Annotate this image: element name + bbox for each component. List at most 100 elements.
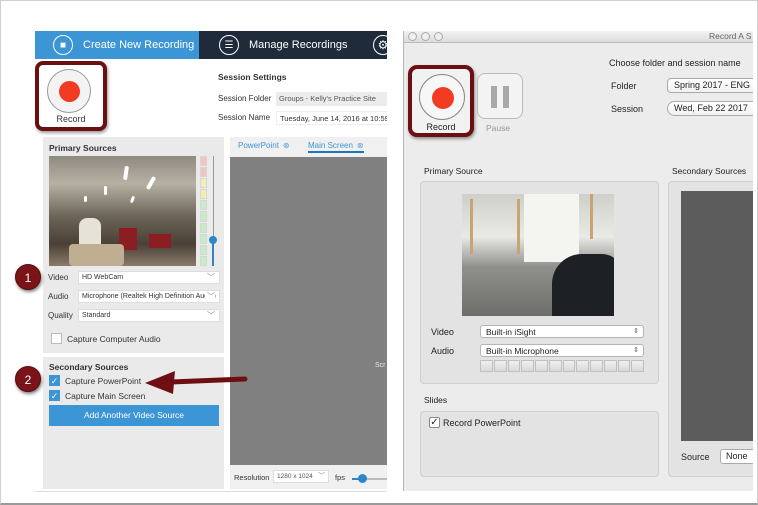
level-segment — [200, 200, 207, 211]
session-settings-title: Session Settings — [218, 72, 287, 82]
mac-audio-level-meter — [480, 360, 644, 372]
resolution-label: Resolution — [234, 473, 270, 482]
divider — [35, 491, 387, 492]
callout-badge-1: 1 — [15, 264, 41, 290]
record-circle — [419, 74, 465, 120]
window-title-bar: Record A S — [404, 31, 753, 43]
capture-powerpoint-label: Capture PowerPoint — [65, 376, 142, 386]
level-segment — [617, 360, 631, 372]
folder-label: Folder — [611, 81, 637, 91]
video-select[interactable]: HD WebCam ﹀ — [78, 271, 220, 284]
level-segment — [200, 178, 207, 189]
level-segment — [200, 255, 207, 266]
windows-recorder-app: ■ Create New Recording ☰ Manage Recordin… — [35, 31, 387, 494]
mac-video-select[interactable]: Built-in iSight ⇕ — [480, 325, 644, 338]
callout-arrow-left-app — [145, 371, 248, 394]
record-powerpoint-label: Record PowerPoint — [443, 418, 521, 428]
tab-powerpoint[interactable]: PowerPoint ⊗ — [238, 137, 290, 153]
tab-create-new-recording[interactable]: ■ Create New Recording — [35, 31, 199, 59]
close-tab-icon[interactable]: ⊗ — [283, 141, 290, 150]
level-segment — [200, 211, 207, 222]
session-label: Session — [611, 104, 644, 114]
pause-label: Pause — [486, 123, 511, 133]
window-title: Record A S — [709, 31, 752, 41]
mac-audio-value: Built-in Microphone — [486, 346, 559, 356]
level-segment — [562, 360, 576, 372]
level-segment — [200, 189, 207, 200]
record-powerpoint-checkbox[interactable]: ✓ — [429, 417, 440, 428]
zoom-window-button[interactable] — [434, 32, 443, 41]
mac-audio-label: Audio — [431, 346, 455, 356]
level-segment — [493, 360, 507, 372]
fps-label: fps — [335, 473, 346, 482]
preview-overlay-text: Scr — [375, 362, 386, 369]
tab-label: Main Screen — [308, 141, 353, 150]
secondary-preview-panel: PowerPoint ⊗ Main Screen ⊗ Scr Enable scre… — [230, 137, 387, 489]
level-segment — [200, 156, 207, 167]
record-dot-icon — [432, 87, 454, 109]
mac-record-button[interactable]: Record — [408, 65, 474, 137]
top-nav-bar: ■ Create New Recording ☰ Manage Recordin… — [35, 31, 387, 59]
updown-arrows-icon: ⇕ — [633, 328, 639, 335]
record-button[interactable]: Record — [35, 61, 107, 131]
session-name-label: Session Name — [218, 113, 271, 122]
volume-slider-handle[interactable] — [209, 236, 217, 244]
level-segment — [507, 360, 521, 372]
level-segment — [548, 360, 562, 372]
capture-powerpoint-checkbox[interactable]: ✓ — [49, 375, 60, 386]
mac-video-value: Built-in iSight — [486, 327, 536, 337]
add-another-video-source-button[interactable]: Add Another Video Source — [49, 405, 219, 426]
level-segment — [576, 360, 589, 372]
choose-folder-label: Choose folder and session name — [609, 58, 741, 68]
chevron-down-icon: ﹀ — [205, 272, 215, 283]
resolution-select[interactable]: 1280 x 1024 ﹀ — [273, 470, 329, 483]
pause-button[interactable] — [477, 73, 523, 119]
session-name-input[interactable]: Tuesday, June 14, 2016 at 10:59 — [276, 111, 387, 125]
resolution-row: Resolution 1280 x 1024 ﹀ fps — [230, 465, 387, 489]
tab-manage-recordings[interactable]: ☰ Manage Recordings — [199, 31, 359, 59]
quality-label: Quality — [48, 311, 73, 320]
level-segment — [631, 360, 644, 372]
mac-secondary-sources-title: Secondary Sources — [672, 166, 747, 176]
tab-label: Create New Recording — [83, 39, 195, 51]
screen-preview-area: Scr Enable screen capture preview — [230, 157, 387, 478]
source-select[interactable]: None — [720, 449, 753, 464]
record-dot-icon — [59, 81, 80, 102]
pause-icon — [503, 86, 509, 108]
close-tab-icon[interactable]: ⊗ — [357, 141, 364, 150]
level-segment — [200, 167, 207, 178]
isight-camera-preview — [462, 194, 614, 316]
quality-select[interactable]: Standard ﹀ — [78, 309, 220, 322]
slides-title: Slides — [424, 395, 448, 405]
tab-main-screen[interactable]: Main Screen ⊗ — [308, 137, 364, 153]
session-folder-label: Session Folder — [218, 94, 272, 103]
session-folder-field[interactable]: Groups - Kelly's Practice Site — [276, 92, 387, 106]
mac-audio-select[interactable]: Built-in Microphone ⇕ — [480, 344, 644, 357]
record-circle — [47, 69, 91, 113]
record-label: Record — [56, 114, 86, 124]
mac-video-label: Video — [431, 327, 454, 337]
mac-recorder-app: Record A S Record Pause Choose folder an… — [403, 31, 753, 491]
screenshot-frame: ■ Create New Recording ☰ Manage Recordin… — [0, 0, 758, 505]
fps-slider-handle[interactable] — [358, 474, 367, 483]
folder-select[interactable]: Spring 2017 - ENG — [667, 78, 753, 93]
video-label: Video — [48, 273, 69, 282]
webcam-preview — [49, 156, 196, 266]
capture-main-screen-label: Capture Main Screen — [65, 391, 146, 401]
capture-computer-audio-checkbox[interactable] — [51, 333, 62, 344]
gear-icon[interactable]: ⚙ — [373, 35, 387, 55]
tab-label: Manage Recordings — [249, 39, 348, 51]
minimize-window-button[interactable] — [421, 32, 430, 41]
level-segment — [200, 222, 207, 233]
close-window-button[interactable] — [408, 32, 417, 41]
session-input[interactable]: Wed, Feb 22 2017 — [667, 101, 753, 116]
capture-main-screen-checkbox[interactable]: ✓ — [49, 390, 60, 401]
primary-source-title: Primary Source — [424, 166, 483, 176]
level-segment — [200, 244, 207, 255]
record-label: Record — [426, 122, 456, 132]
level-segment — [200, 233, 207, 244]
tab-label: PowerPoint — [238, 141, 279, 150]
secondary-sources-title: Secondary Sources — [49, 362, 129, 372]
quality-select-value: Standard — [82, 312, 111, 319]
audio-select[interactable]: Microphone (Realtek High Definition Audi… — [78, 290, 220, 303]
